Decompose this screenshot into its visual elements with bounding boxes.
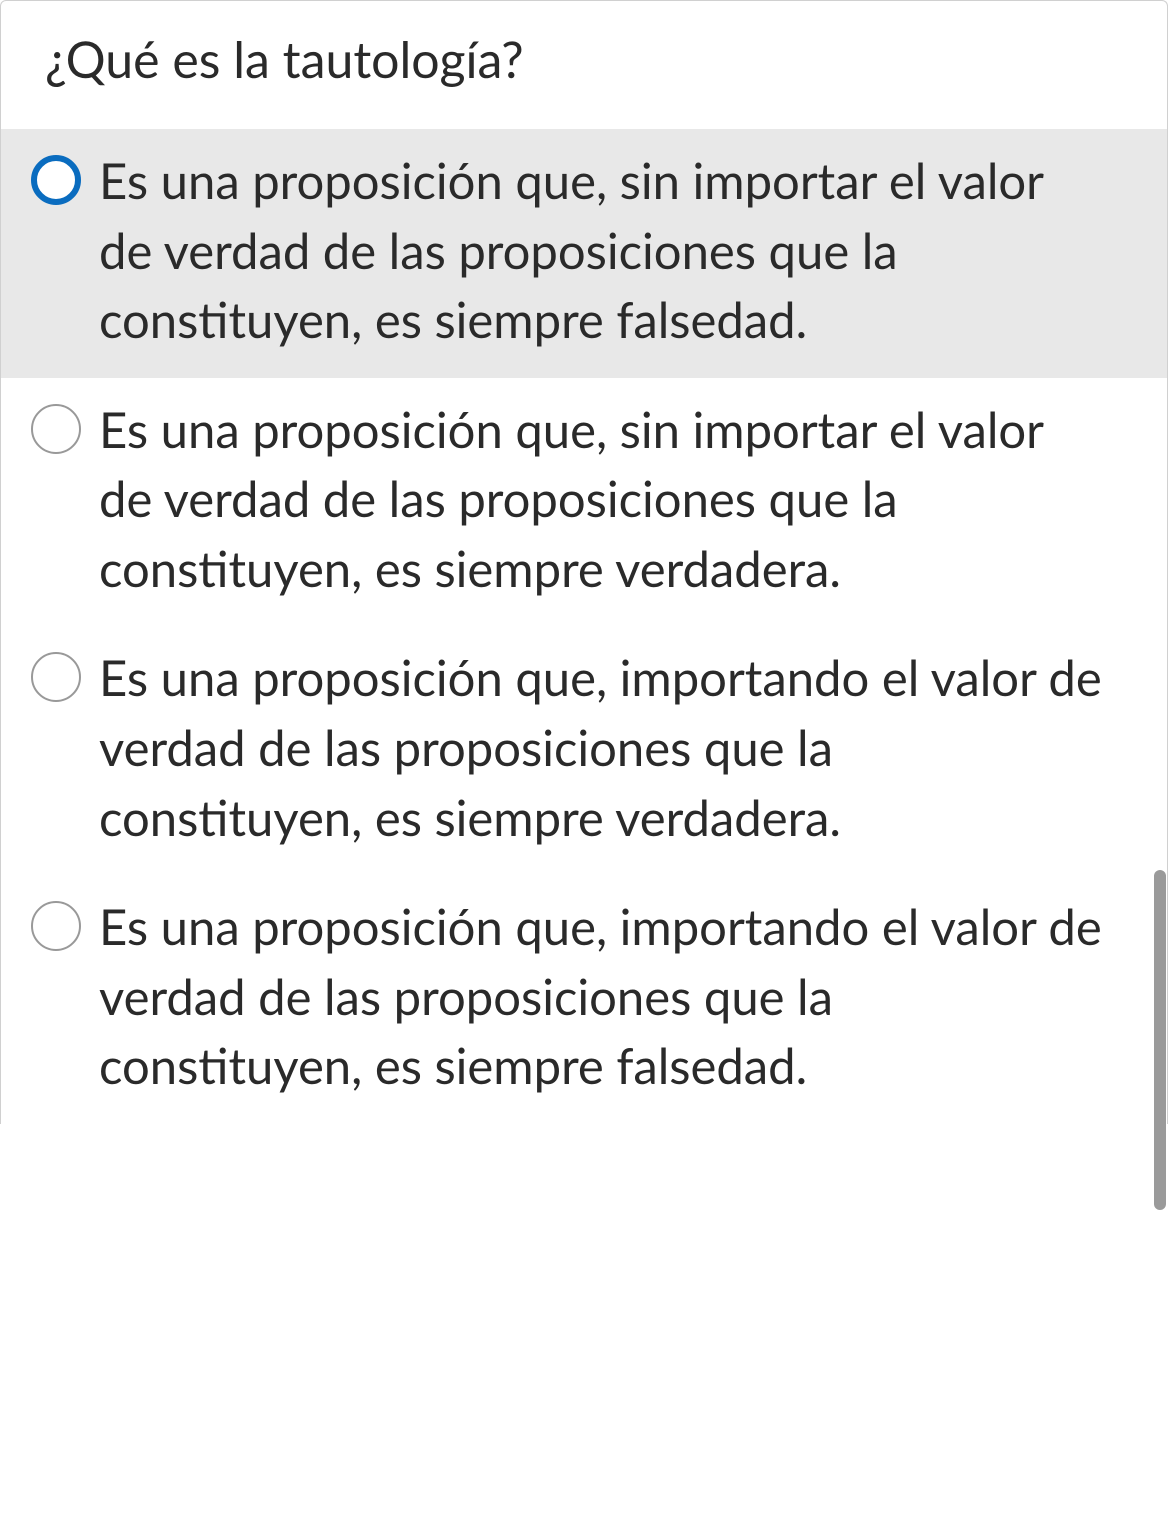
scrollbar[interactable] — [1154, 870, 1166, 1210]
option-1[interactable]: Es una proposición que, sin importar el … — [1, 378, 1167, 627]
option-2[interactable]: Es una proposición que, importando el va… — [1, 626, 1167, 875]
radio-option-2[interactable] — [31, 652, 81, 702]
option-0[interactable]: Es una proposición que, sin importar el … — [1, 129, 1167, 378]
option-text-2: Es una proposición que, importando el va… — [99, 644, 1137, 853]
option-text-0: Es una proposición que, sin importar el … — [99, 147, 1137, 356]
radio-option-0[interactable] — [31, 155, 81, 205]
option-text-1: Es una proposición que, sin importar el … — [99, 396, 1137, 605]
option-text-3: Es una proposición que, importando el va… — [99, 893, 1137, 1102]
radio-option-3[interactable] — [31, 901, 81, 951]
question-card: ¿Qué es la tautología? Es una proposició… — [0, 0, 1168, 1124]
option-3[interactable]: Es una proposición que, importando el va… — [1, 875, 1167, 1124]
radio-option-1[interactable] — [31, 404, 81, 454]
options-container: Es una proposición que, sin importar el … — [1, 129, 1167, 1124]
question-title: ¿Qué es la tautología? — [1, 1, 1167, 129]
